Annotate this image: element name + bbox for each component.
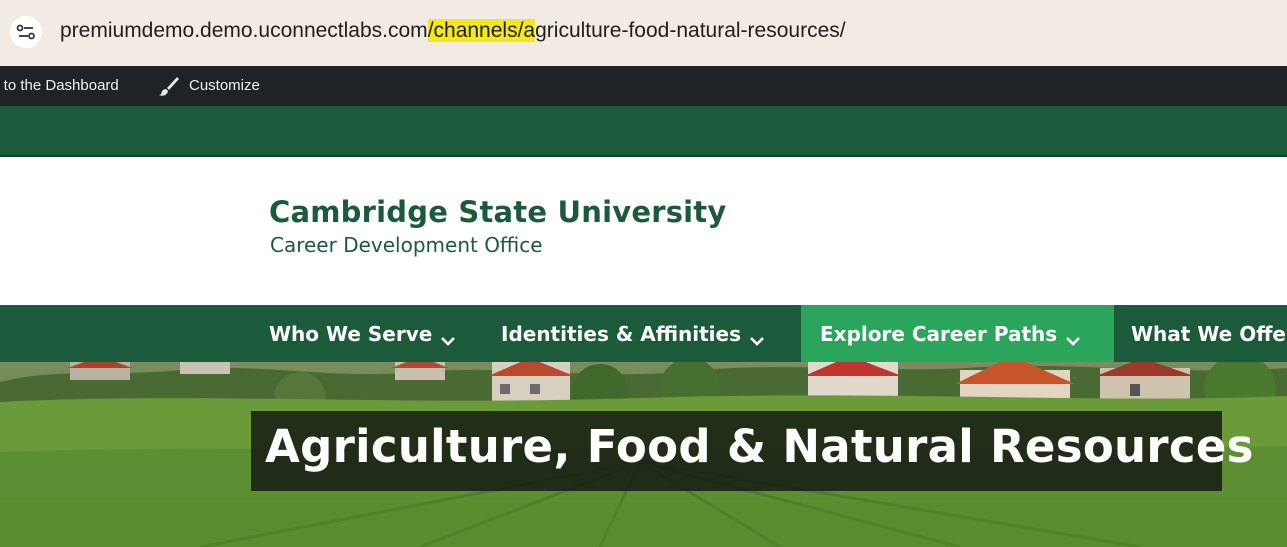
site-header: Cambridge State University Career Develo… bbox=[0, 157, 1287, 305]
browser-address-bar: premiumdemo.demo.uconnectlabs.com/channe… bbox=[0, 0, 1287, 66]
top-utility-band bbox=[0, 106, 1287, 157]
back-to-dashboard-link[interactable]: k to the Dashboard bbox=[0, 77, 119, 94]
url-suffix: griculture-food-natural-resources/ bbox=[535, 19, 846, 42]
main-navigation: Who We Serve Identities & Affinities Exp… bbox=[0, 305, 1287, 362]
hero-banner: Agriculture, Food & Natural Resources bbox=[0, 362, 1287, 547]
chevron-down-icon bbox=[440, 328, 456, 346]
nav-item-explore-career-paths[interactable]: Explore Career Paths bbox=[801, 305, 1114, 362]
site-title[interactable]: Cambridge State University bbox=[269, 195, 726, 229]
nav-item-label: Who We Serve bbox=[269, 321, 433, 346]
chevron-down-icon bbox=[1065, 328, 1081, 346]
admin-bar: k to the Dashboard Customize bbox=[0, 66, 1287, 106]
paintbrush-icon[interactable] bbox=[158, 75, 180, 97]
nav-item-label: What We Offe bbox=[1131, 321, 1286, 346]
site-settings-icon[interactable] bbox=[10, 16, 42, 48]
url-field[interactable]: premiumdemo.demo.uconnectlabs.com/channe… bbox=[60, 17, 846, 45]
site-subtitle: Career Development Office bbox=[270, 233, 543, 257]
nav-item-what-we-offer[interactable]: What We Offe bbox=[1114, 305, 1287, 362]
url-prefix: premiumdemo.demo.uconnectlabs.com bbox=[60, 19, 428, 42]
chevron-down-icon bbox=[749, 328, 765, 346]
nav-item-identities-affinities[interactable]: Identities & Affinities bbox=[484, 305, 782, 362]
nav-item-who-we-serve[interactable]: Who We Serve bbox=[252, 305, 473, 362]
url-highlight: /channels/a bbox=[427, 19, 536, 42]
page-title: Agriculture, Food & Natural Resources bbox=[265, 420, 1254, 473]
nav-item-label: Identities & Affinities bbox=[501, 321, 741, 346]
nav-item-label: Explore Career Paths bbox=[820, 321, 1058, 346]
customize-link[interactable]: Customize bbox=[189, 77, 260, 94]
